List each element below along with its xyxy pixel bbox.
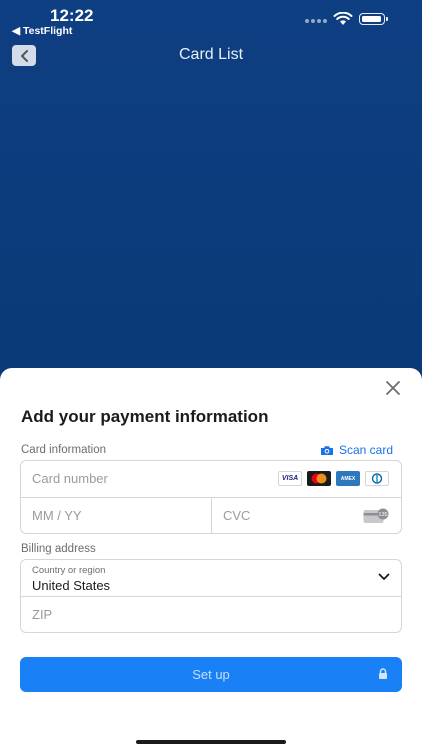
- setup-button-label: Set up: [192, 667, 230, 682]
- diners-club-icon: [365, 471, 389, 486]
- country-value: United States: [32, 578, 111, 593]
- setup-button[interactable]: Set up: [20, 657, 402, 692]
- scan-card-button[interactable]: Scan card: [320, 443, 393, 457]
- back-to-testflight-link[interactable]: ◀ TestFlight: [12, 25, 72, 37]
- card-information-label: Card information: [21, 444, 107, 456]
- card-number-input[interactable]: Card number: [32, 471, 108, 486]
- battery-icon: [359, 13, 388, 25]
- svg-text:135: 135: [378, 512, 387, 518]
- expiry-input[interactable]: MM / YY: [32, 508, 82, 523]
- nav-title: Card List: [178, 46, 244, 63]
- billing-address-label: Billing address: [21, 543, 96, 555]
- home-indicator: [136, 740, 286, 744]
- cellular-signal-icon: [305, 19, 327, 23]
- card-brands: VISA AMEX: [278, 471, 389, 486]
- zip-input[interactable]: ZIP: [32, 607, 52, 622]
- expiry-cvc-row: MM / YY CVC 135: [21, 497, 401, 534]
- chevron-down-icon: [378, 573, 390, 580]
- card-information-fields: Card number VISA AMEX MM / YY CVC 135: [20, 460, 402, 534]
- country-label: Country or region: [32, 565, 106, 576]
- card-number-row[interactable]: Card number VISA AMEX: [21, 461, 401, 497]
- payment-sheet: Add your payment information Card inform…: [0, 368, 422, 750]
- scan-card-label: Scan card: [339, 443, 394, 457]
- amex-icon: AMEX: [336, 471, 360, 486]
- close-icon[interactable]: [385, 380, 401, 396]
- wifi-icon: [333, 12, 353, 25]
- camera-icon: [321, 445, 333, 455]
- status-bar: 12:22 ◀ TestFlight: [0, 0, 422, 40]
- lock-icon: [379, 668, 387, 679]
- sheet-title: Add your payment information: [21, 407, 269, 426]
- mastercard-icon: [307, 471, 331, 486]
- billing-address-fields: Country or region United States ZIP: [20, 559, 402, 633]
- status-time: 12:22: [50, 6, 94, 25]
- zip-row: ZIP: [21, 596, 401, 632]
- visa-icon: VISA: [278, 471, 302, 486]
- cvc-input[interactable]: CVC: [223, 508, 250, 523]
- field-divider: [211, 498, 212, 534]
- country-select[interactable]: Country or region United States: [21, 560, 401, 596]
- cvc-card-icon: 135: [363, 508, 389, 523]
